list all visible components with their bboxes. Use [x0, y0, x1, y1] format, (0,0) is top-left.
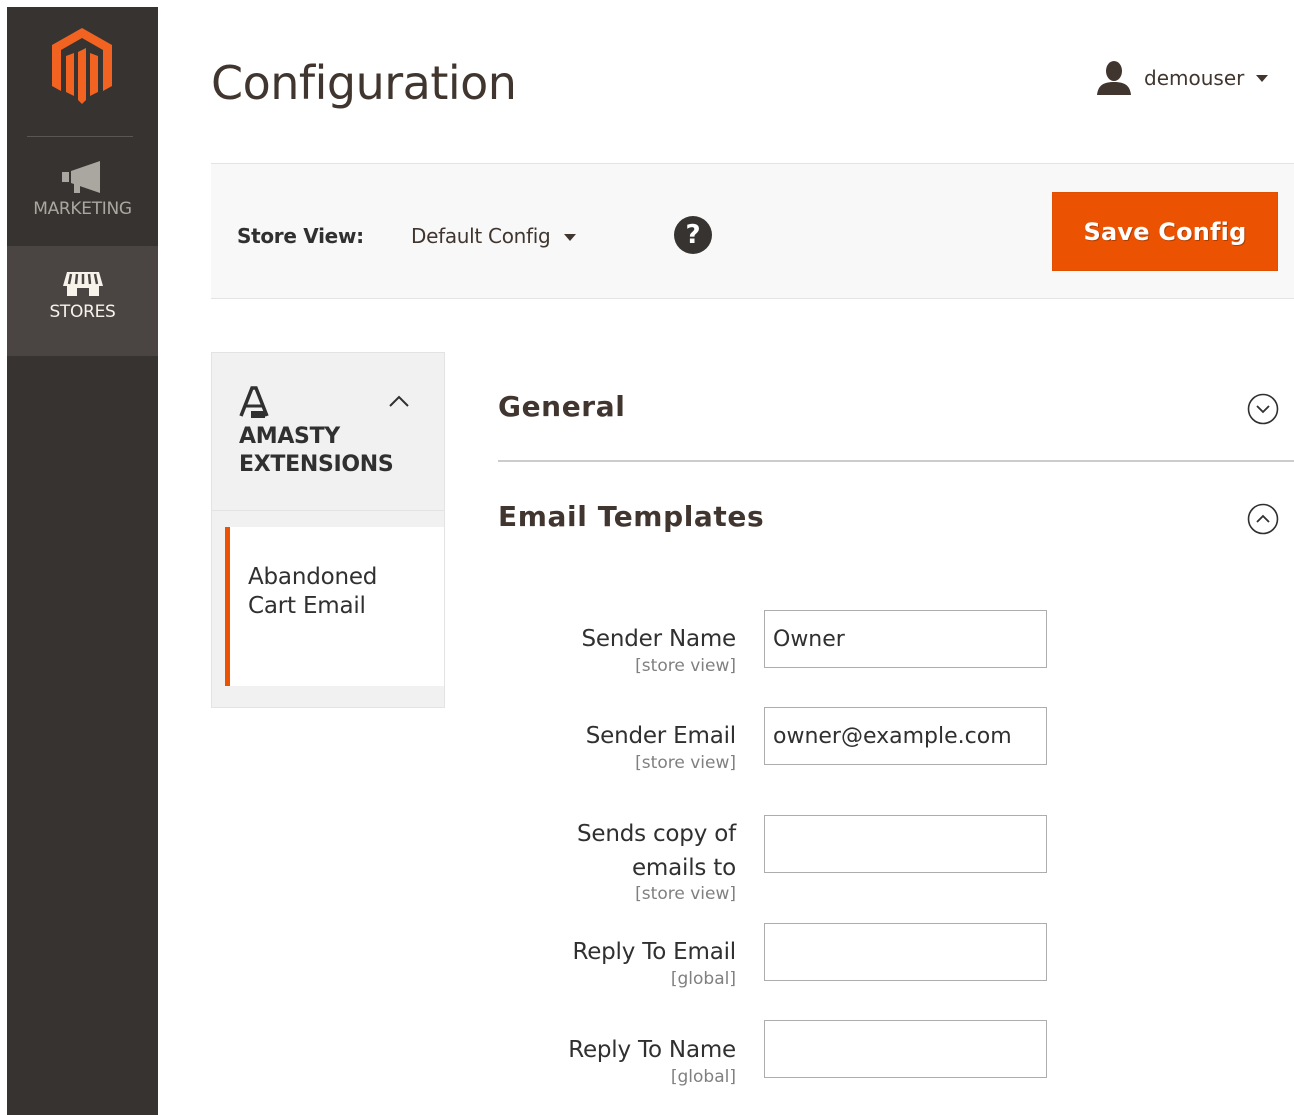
nav-item-label: STORES [49, 302, 116, 322]
reply-to-email-input[interactable] [764, 923, 1047, 981]
save-config-button[interactable]: Save Config [1052, 192, 1278, 271]
reply-to-name-input[interactable] [764, 1020, 1047, 1078]
megaphone-icon [61, 161, 100, 193]
tab-divider [212, 510, 444, 511]
sends-copy-input[interactable] [764, 815, 1047, 873]
chevron-down-icon [564, 233, 577, 241]
nav-item-label: MARKETING [33, 199, 132, 219]
reply-to-email-label: Reply To Email [572, 939, 736, 965]
chevron-down-icon [1256, 74, 1269, 82]
collapse-toggle-icon[interactable] [1247, 503, 1279, 535]
sender-name-input[interactable] [764, 610, 1047, 668]
store-view-label: Store View: [237, 224, 364, 248]
store-view-switcher[interactable]: Default Config [411, 224, 577, 248]
nav-divider [27, 136, 133, 137]
nav-item-stores[interactable]: STORES [7, 246, 158, 356]
tab-group-amasty-extensions[interactable]: AMASTY EXTENSIONS [212, 353, 444, 511]
sender-email-label: Sender Email [585, 723, 736, 749]
section-title: General [498, 390, 626, 423]
sender-email-input[interactable] [764, 707, 1047, 765]
help-icon[interactable]: ? [674, 216, 712, 254]
sender-name-scope: [store view] [635, 656, 736, 676]
sends-copy-label-line1: Sends copy of [576, 821, 736, 847]
tab-abandoned-cart-email[interactable]: Abandoned Cart Email [225, 527, 444, 686]
config-tabs: AMASTY EXTENSIONS Abandoned Cart Email [211, 352, 445, 708]
tab-item-label: Abandoned Cart Email [248, 564, 378, 619]
sender-email-scope: [store view] [635, 753, 736, 773]
section-general[interactable]: General [498, 352, 1294, 462]
user-name: demouser [1144, 66, 1245, 90]
sender-name-label: Sender Name [581, 626, 737, 652]
user-icon [1097, 61, 1131, 95]
sends-copy-label-line2: emails to [631, 855, 736, 881]
user-account-menu[interactable]: demouser [1096, 60, 1269, 96]
reply-to-name-label: Reply To Name [568, 1037, 736, 1063]
section-title: Email Templates [498, 500, 765, 533]
section-email-templates[interactable]: Email Templates [498, 462, 1294, 572]
store-view-value: Default Config [411, 224, 551, 248]
store-icon [62, 272, 103, 296]
reply-to-name-scope: [global] [670, 1067, 736, 1087]
nav-item-marketing[interactable]: MARKETING [7, 157, 158, 245]
chevron-up-icon[interactable] [388, 391, 410, 413]
tab-group-title: AMASTY EXTENSIONS [239, 424, 394, 477]
sends-copy-scope: [store view] [635, 884, 736, 904]
store-view-toolbar: Store View: Default Config ? Save Config [211, 163, 1294, 299]
admin-sidebar: MARKETING STORES [7, 7, 158, 1115]
expand-toggle-icon[interactable] [1247, 393, 1279, 425]
page-title: Configuration [211, 56, 517, 110]
reply-to-email-scope: [global] [670, 969, 736, 989]
amasty-logo [239, 386, 269, 418]
magento-logo[interactable] [52, 28, 112, 104]
